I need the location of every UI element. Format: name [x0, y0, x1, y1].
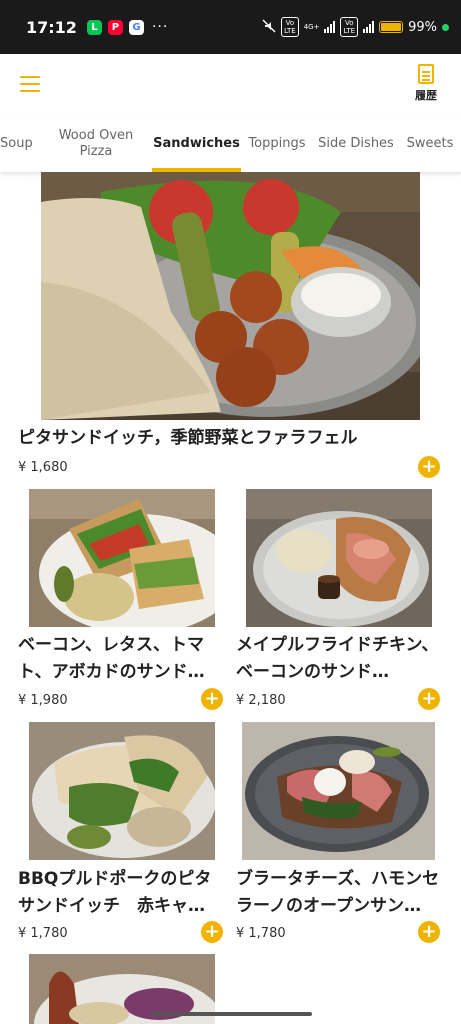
history-label: 履歴	[415, 89, 437, 102]
maple-fried-chicken-image[interactable]	[246, 489, 432, 627]
signal-icon-2	[363, 21, 375, 33]
home-indicator[interactable]	[150, 1012, 312, 1016]
tab-toppings[interactable]: Toppings	[246, 116, 308, 172]
item-name[interactable]: メイプルフライドチキン、ベーコンのサンド…	[236, 632, 446, 686]
battery-percent: 99%	[408, 19, 437, 35]
item-price: ¥ 1,780	[236, 926, 286, 941]
more-notifications-icon: ···	[151, 19, 169, 35]
add-to-cart-button[interactable]: +	[418, 688, 440, 710]
volte-icon: Vo LTE	[281, 17, 299, 37]
tab-sweets[interactable]: Sweets	[404, 116, 456, 172]
burrata-open-sandwich-image[interactable]	[242, 722, 435, 860]
status-bar: 17:12 L P G ··· Vo LTE 4G+ Vo LTE 99%	[0, 0, 461, 54]
category-tabs: Soup Wood Oven Pizza Sandwiches Toppings…	[0, 116, 461, 172]
app-header: 履歴	[0, 54, 461, 116]
google-icon: G	[128, 19, 144, 35]
battery-icon	[379, 21, 404, 33]
item-price: ¥ 1,680	[18, 460, 68, 475]
tab-wood-oven-pizza[interactable]: Wood Oven Pizza	[52, 116, 140, 172]
tab-sandwiches[interactable]: Sandwiches	[152, 116, 241, 172]
history-button[interactable]: 履歴	[415, 64, 437, 103]
add-to-cart-button[interactable]: +	[418, 921, 440, 943]
item-price: ¥ 1,780	[18, 926, 68, 941]
hamburger-icon[interactable]	[20, 76, 40, 92]
blta-sandwich-image[interactable]	[29, 489, 215, 627]
volte-icon-2: Vo LTE	[340, 17, 359, 37]
tab-soup[interactable]: Soup	[0, 116, 33, 172]
line-icon: L	[86, 19, 102, 35]
network-type: 4G+	[303, 23, 320, 31]
add-to-cart-button[interactable]: +	[201, 688, 223, 710]
item-name[interactable]: ブラータチーズ、ハモンセラーノのオープンサン…	[236, 866, 446, 920]
document-icon	[418, 64, 434, 84]
signal-icon	[324, 21, 336, 33]
item-price: ¥ 2,180	[236, 693, 286, 708]
privacy-dot-icon	[442, 23, 449, 31]
pita-falafel-image[interactable]	[41, 172, 420, 420]
paypay-icon: P	[107, 19, 123, 35]
mute-icon	[262, 19, 276, 36]
add-to-cart-button[interactable]: +	[201, 921, 223, 943]
tab-side-dishes[interactable]: Side Dishes	[318, 116, 394, 172]
item-name[interactable]: BBQプルドポークのピタサンドイッチ 赤キャ…	[18, 866, 218, 920]
item-name[interactable]: ベーコン、レタス、トマト、アボカドのサンド…	[18, 632, 218, 686]
add-to-cart-button[interactable]: +	[418, 456, 440, 478]
item-name[interactable]: ピタサンドイッチ，季節野菜とファラフェル	[18, 425, 418, 453]
item-price: ¥ 1,980	[18, 693, 68, 708]
status-time: 17:12	[26, 17, 77, 37]
bbq-pulled-pork-image[interactable]	[29, 722, 215, 860]
